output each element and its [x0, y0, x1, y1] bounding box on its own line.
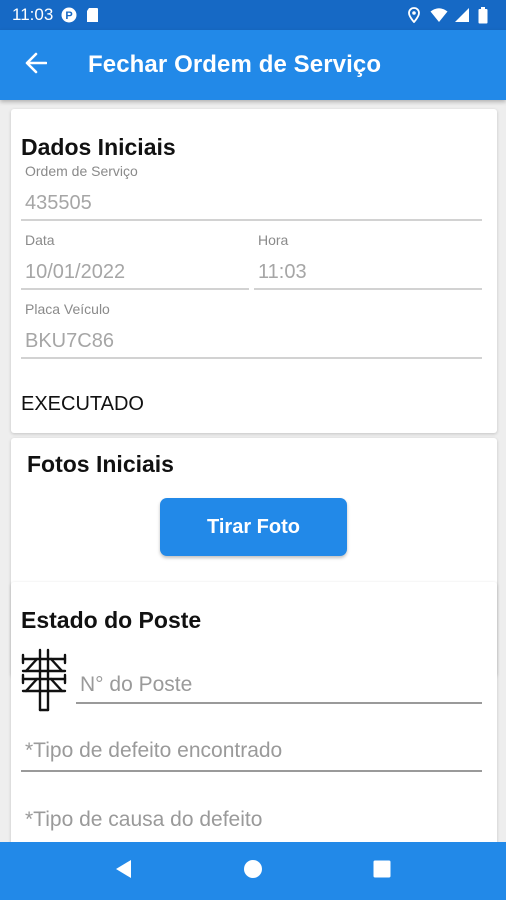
hora-value: 11:03 — [258, 261, 307, 283]
tipo-causa-field[interactable]: *Tipo de causa do defeito — [21, 801, 482, 842]
card-estado-poste: Estado do Poste N° do Poste *Tipo de def… — [11, 582, 497, 842]
nav-recents-button[interactable] — [358, 847, 406, 895]
section-title-estado-poste: Estado do Poste — [21, 607, 202, 633]
hora-underline — [254, 288, 482, 290]
tipo-defeito-underline — [21, 770, 482, 772]
data-field[interactable]: Data 10/01/2022 — [21, 230, 249, 292]
svg-text:P: P — [66, 10, 73, 22]
hora-label: Hora — [258, 232, 289, 248]
tipo-defeito-field[interactable]: *Tipo de defeito encontrado — [21, 732, 482, 774]
nav-home-button[interactable] — [229, 847, 277, 895]
numero-poste-field[interactable]: N° do Poste — [76, 666, 482, 706]
section-title-dados-iniciais: Dados Iniciais — [21, 134, 176, 160]
status-right — [406, 7, 494, 24]
back-button[interactable] — [12, 41, 60, 89]
p-badge-icon: P — [61, 7, 77, 23]
placa-veiculo-field[interactable]: Placa Veículo BKU7C86 — [21, 299, 482, 361]
tipo-causa-placeholder: *Tipo de causa do defeito — [25, 808, 263, 831]
location-icon — [406, 7, 422, 24]
placa-veiculo-value: BKU7C86 — [25, 330, 114, 352]
wifi-icon — [430, 7, 448, 23]
page-title: Fechar Ordem de Serviço — [88, 51, 382, 78]
tipo-defeito-placeholder: *Tipo de defeito encontrado — [25, 739, 283, 762]
back-triangle-icon — [114, 859, 134, 884]
home-circle-icon — [243, 859, 263, 884]
ordem-servico-value: 435505 — [25, 192, 92, 214]
placa-veiculo-label: Placa Veículo — [25, 301, 110, 317]
status-left: 11:03 P — [12, 5, 101, 25]
data-value: 10/01/2022 — [25, 261, 126, 283]
ordem-servico-field[interactable]: Ordem de Serviço 435505 — [21, 161, 482, 223]
arrow-back-icon — [25, 52, 48, 79]
status-time: 11:03 — [12, 5, 54, 24]
recents-square-icon — [372, 859, 392, 884]
section-title-fotos-iniciais: Fotos Iniciais — [27, 451, 174, 477]
battery-icon — [478, 7, 494, 24]
ordem-servico-label: Ordem de Serviço — [25, 163, 138, 179]
numero-poste-placeholder: N° do Poste — [80, 673, 193, 696]
ordem-servico-underline — [21, 219, 482, 221]
placa-veiculo-underline — [21, 357, 482, 359]
sd-card-icon — [85, 7, 101, 23]
card-dados-iniciais: Dados Iniciais Ordem de Serviço 435505 D… — [11, 109, 497, 433]
form-content[interactable]: Dados Iniciais Ordem de Serviço 435505 D… — [0, 100, 506, 842]
data-underline — [21, 288, 249, 290]
status-bar: 11:03 P — [0, 0, 506, 30]
nav-back-button[interactable] — [100, 847, 148, 895]
signal-icon — [454, 7, 470, 23]
navigation-bar — [0, 842, 506, 900]
utility-pole-icon — [20, 648, 74, 717]
app-bar: Fechar Ordem de Serviço — [0, 30, 506, 100]
hora-field[interactable]: Hora 11:03 — [254, 230, 482, 292]
numero-poste-underline — [76, 702, 482, 704]
status-executado: EXECUTADO — [21, 393, 144, 415]
data-label: Data — [25, 232, 55, 248]
tirar-foto-button[interactable]: Tirar Foto — [160, 498, 347, 556]
